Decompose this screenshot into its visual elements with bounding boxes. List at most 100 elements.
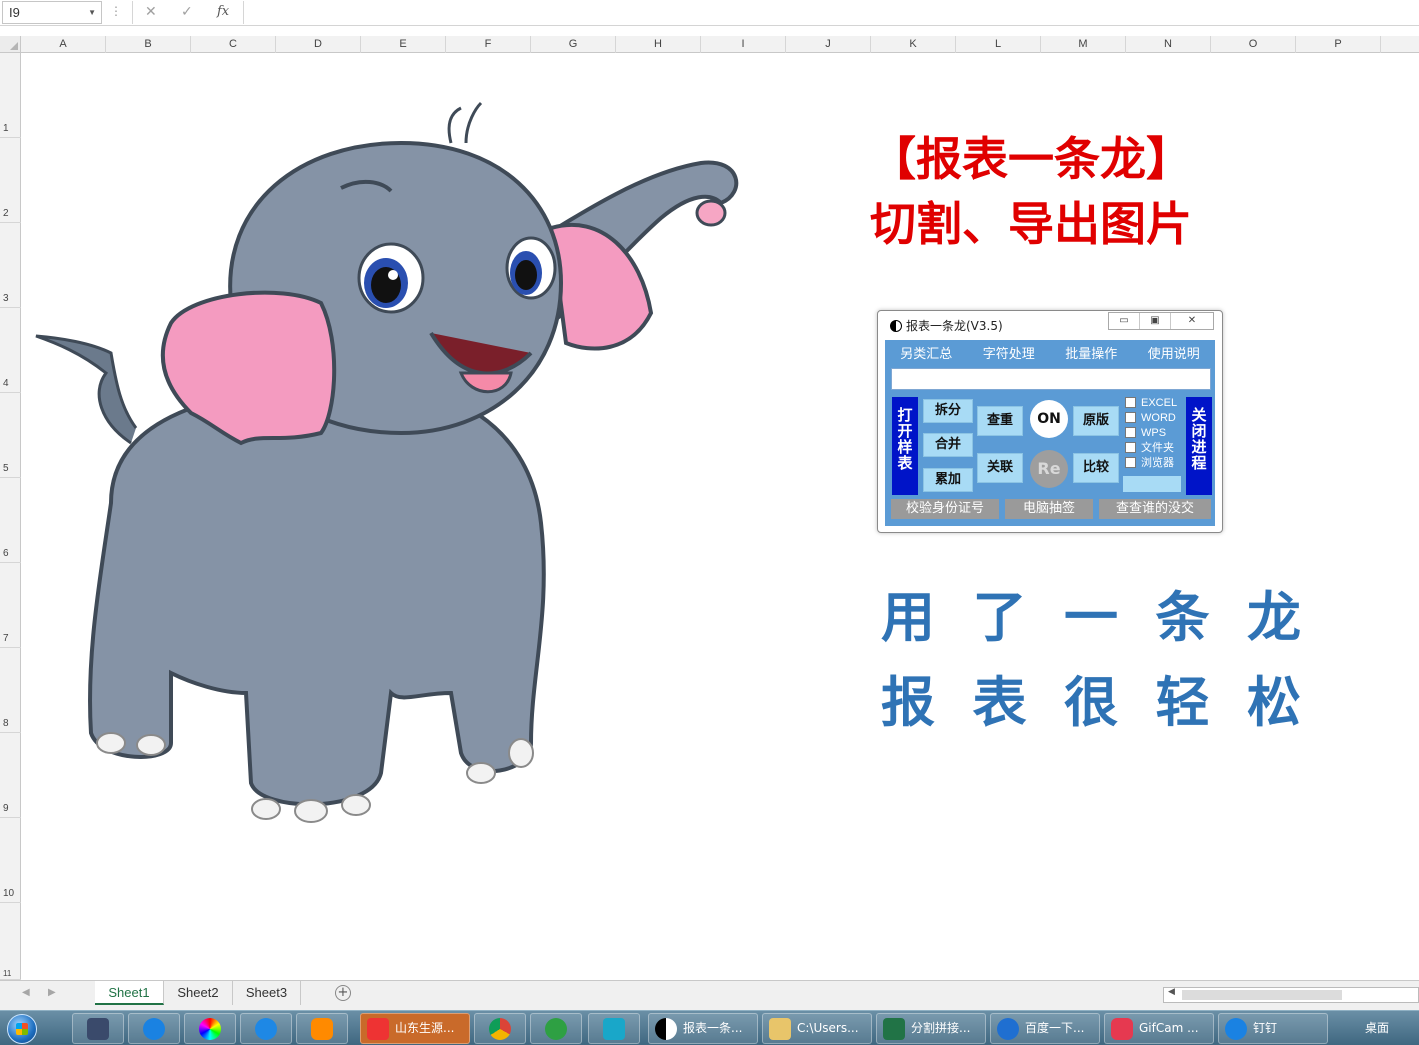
checkbox-word[interactable]: WORD	[1125, 412, 1176, 425]
row-header[interactable]: 1	[0, 53, 21, 138]
column-header[interactable]: J	[786, 36, 871, 53]
start-button[interactable]	[3, 1013, 41, 1044]
column-header[interactable]: N	[1126, 36, 1211, 53]
menu-batch-operations[interactable]: 批量操作	[1065, 344, 1117, 366]
taskbar-calc-app[interactable]	[72, 1013, 124, 1044]
scrollbar-thumb[interactable]	[1182, 990, 1342, 1000]
taskbar-dingtalk-app[interactable]	[128, 1013, 180, 1044]
row-header[interactable]: 2	[0, 138, 21, 223]
accumulate-button[interactable]: 累加	[923, 468, 973, 492]
column-header[interactable]: M	[1041, 36, 1126, 53]
menu-text-processing[interactable]: 字符处理	[983, 344, 1035, 366]
row-header[interactable]: 9	[0, 733, 21, 818]
taskbar-colorwheel-app[interactable]	[184, 1013, 236, 1044]
taskbar-item[interactable]: 钉钉	[1218, 1013, 1328, 1044]
report-tool-dialog: 报表一条龙(V3.5) ▭ ▣ ✕ 另类汇总 字符处理 批量操作 使用说明 打开…	[877, 310, 1223, 533]
tab-sheet3[interactable]: Sheet3	[233, 981, 301, 1005]
restore-button[interactable]: ▣	[1140, 313, 1171, 329]
column-header[interactable]: H	[616, 36, 701, 53]
taskbar-tiles-app[interactable]	[588, 1013, 640, 1044]
row-header[interactable]: 11	[0, 903, 21, 980]
on-button[interactable]: ON	[1030, 400, 1068, 438]
drag-handle-icon[interactable]: ⋮	[110, 4, 122, 18]
scroll-left-arrow-icon[interactable]: ◀	[1168, 987, 1175, 997]
desktop-toolbar[interactable]: 桌面	[1365, 1019, 1389, 1036]
column-header[interactable]: A	[21, 36, 106, 53]
link-button[interactable]: 关联	[977, 453, 1023, 483]
scroll-right-icon[interactable]: ▶	[48, 987, 56, 998]
formula-input[interactable]	[246, 1, 1419, 24]
computer-lottery-button[interactable]: 电脑抽签	[1005, 499, 1093, 519]
column-header[interactable]: O	[1211, 36, 1296, 53]
checkbox-icon[interactable]	[1125, 457, 1136, 468]
compare-button[interactable]: 比较	[1073, 453, 1119, 483]
chevron-down-icon[interactable]: ▼	[88, 2, 96, 23]
taskbar-item[interactable]: 报表一条...	[648, 1013, 758, 1044]
column-header[interactable]: L	[956, 36, 1041, 53]
blank-field[interactable]	[1123, 476, 1181, 492]
taskbar-item[interactable]: 百度一下...	[990, 1013, 1100, 1044]
row-header[interactable]: 8	[0, 648, 21, 733]
taskbar-item[interactable]: 分割拼接...	[876, 1013, 986, 1044]
column-header[interactable]: G	[531, 36, 616, 53]
checkbox-icon[interactable]	[1125, 442, 1136, 453]
row-header[interactable]: 5	[0, 393, 21, 478]
column-header[interactable]: F	[446, 36, 531, 53]
close-process-button[interactable]: 关闭进程	[1186, 397, 1212, 495]
taskbar-chrome-app[interactable]	[474, 1013, 526, 1044]
checkbox-wps[interactable]: WPS	[1125, 427, 1166, 440]
taskbar-item[interactable]: 山东生源...	[360, 1013, 470, 1044]
column-header[interactable]: P	[1296, 36, 1381, 53]
column-header[interactable]: I	[701, 36, 786, 53]
menu-instructions[interactable]: 使用说明	[1148, 344, 1200, 366]
checkbox-excel[interactable]: EXCEL	[1125, 397, 1177, 410]
slogan-char: 龙	[1247, 585, 1301, 649]
column-header[interactable]: B	[106, 36, 191, 53]
enter-icon[interactable]: ✓	[181, 4, 193, 20]
column-header[interactable]: K	[871, 36, 956, 53]
split-button[interactable]: 拆分	[923, 399, 973, 423]
minimize-button[interactable]: ▭	[1109, 313, 1140, 329]
taskbar-uc-browser[interactable]	[296, 1013, 348, 1044]
column-header[interactable]: C	[191, 36, 276, 53]
add-sheet-icon[interactable]: +	[335, 985, 351, 1001]
row-header[interactable]: 6	[0, 478, 21, 563]
column-header[interactable]: D	[276, 36, 361, 53]
row-header[interactable]: 10	[0, 818, 21, 903]
row-header[interactable]: 7	[0, 563, 21, 648]
checkbox-icon[interactable]	[1125, 427, 1136, 438]
chrome-icon	[489, 1017, 511, 1040]
dedupe-button[interactable]: 查重	[977, 406, 1023, 436]
insert-function-icon[interactable]: fx	[217, 4, 229, 19]
elephant-image[interactable]	[31, 98, 761, 828]
column-header[interactable]: E	[361, 36, 446, 53]
row-header[interactable]: 3	[0, 223, 21, 308]
tab-sheet2[interactable]: Sheet2	[164, 981, 233, 1005]
row-header[interactable]: 4	[0, 308, 21, 393]
yin-yang-icon	[655, 1017, 677, 1040]
checkbox-folder[interactable]: 文件夹	[1125, 442, 1174, 455]
verify-id-button[interactable]: 校验身份证号	[891, 499, 999, 519]
tab-sheet1[interactable]: Sheet1	[95, 981, 164, 1005]
reset-button[interactable]: Re	[1030, 450, 1068, 488]
taskbar-ie360-app[interactable]	[530, 1013, 582, 1044]
select-all-corner[interactable]	[0, 36, 21, 53]
taskbar-item[interactable]: C:\Users...	[762, 1013, 872, 1044]
checkbox-browser[interactable]: 浏览器	[1125, 457, 1174, 470]
merge-button[interactable]: 合并	[923, 433, 973, 457]
original-button[interactable]: 原版	[1073, 406, 1119, 436]
horizontal-scrollbar[interactable]: ◀	[1163, 987, 1419, 1003]
path-input[interactable]	[891, 368, 1211, 390]
name-box[interactable]: I9 ▼	[2, 1, 102, 24]
checkbox-icon[interactable]	[1125, 412, 1136, 423]
cancel-icon[interactable]: ✕	[145, 4, 157, 20]
taskbar-sogou-app[interactable]	[240, 1013, 292, 1044]
slogan-char: 很	[1064, 670, 1118, 734]
check-missing-button[interactable]: 查查谁的没交	[1099, 499, 1211, 519]
taskbar-item[interactable]: GifCam ...	[1104, 1013, 1214, 1044]
open-sample-button[interactable]: 打开样表	[892, 397, 918, 495]
menu-alt-summary[interactable]: 另类汇总	[900, 344, 952, 366]
close-button[interactable]: ✕	[1171, 313, 1213, 329]
scroll-left-icon[interactable]: ◀	[22, 987, 30, 998]
checkbox-icon[interactable]	[1125, 397, 1136, 408]
